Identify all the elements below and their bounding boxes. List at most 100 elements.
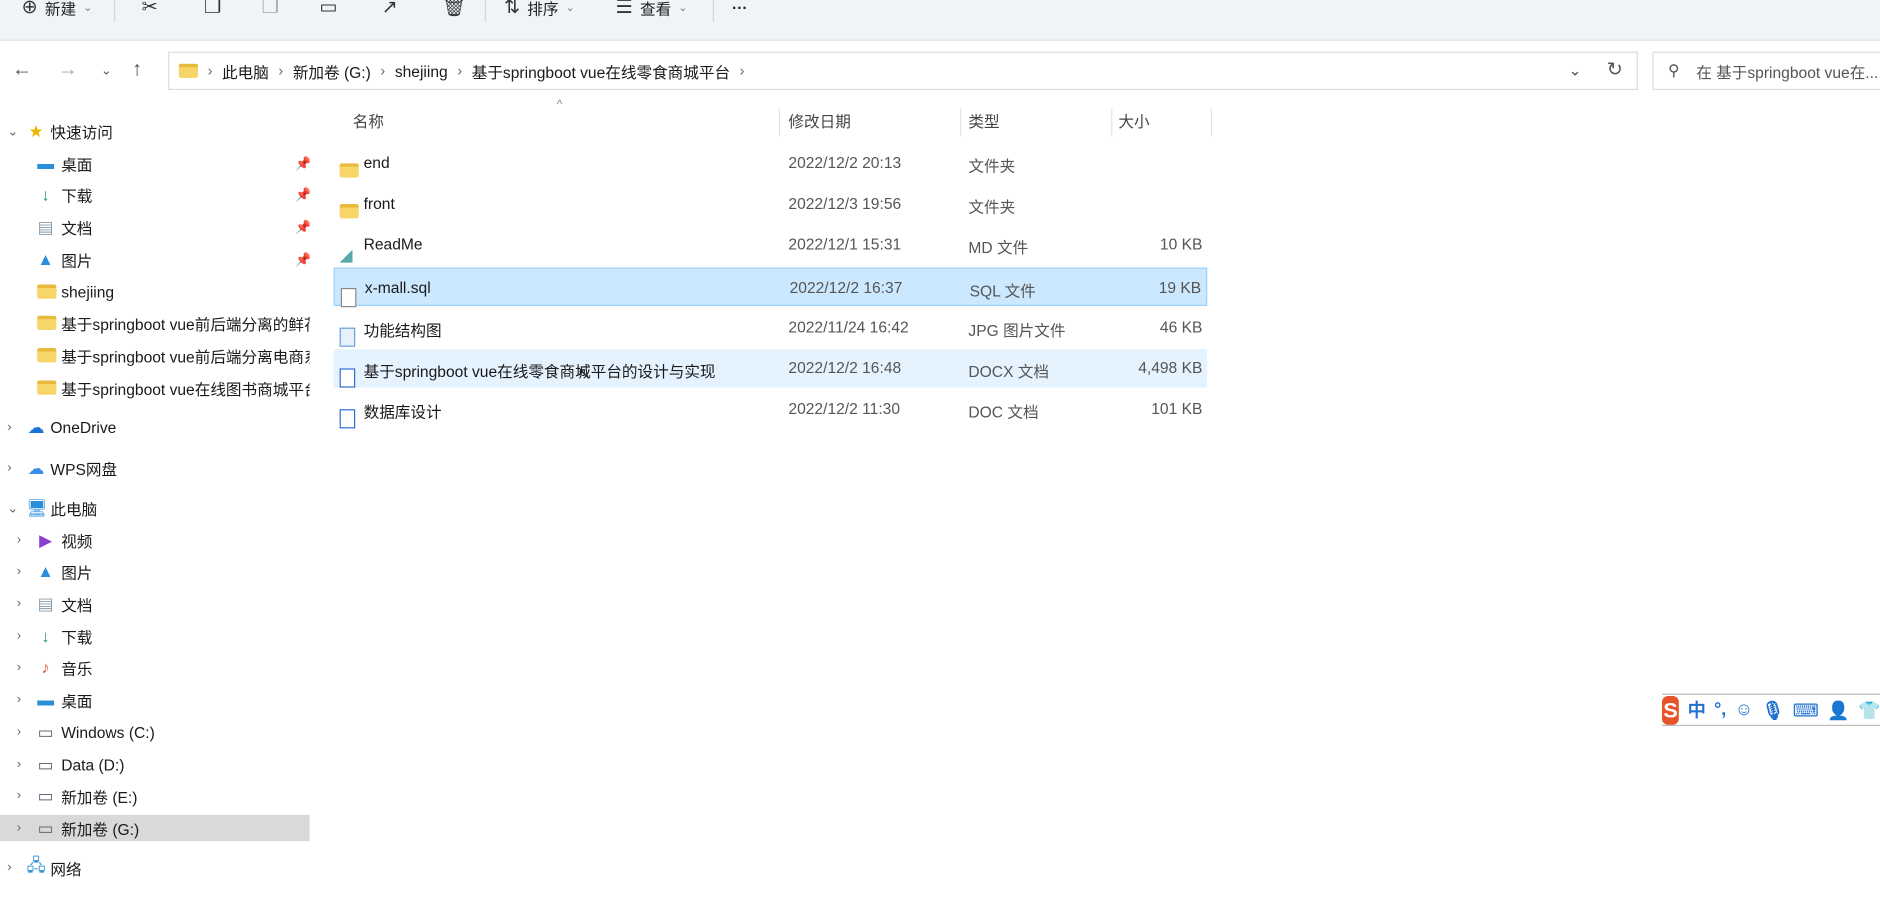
drive-icon: ▭ <box>37 754 54 774</box>
download-icon: ↓ <box>41 626 50 646</box>
sidebar-item-drive-e[interactable]: › ▭ 新加卷 (E:) <box>0 782 310 808</box>
sidebar-item-wps[interactable]: › ☁ WPS网盘 <box>0 455 310 481</box>
copy-button[interactable]: ❐ <box>204 0 221 22</box>
sidebar-item-drive-c[interactable]: › ▭ Windows (C:) <box>0 719 310 745</box>
copy-icon: ❐ <box>204 0 222 18</box>
sidebar-item-onedrive[interactable]: › ☁ OneDrive <box>0 414 310 440</box>
up-icon[interactable]: ↑ <box>132 58 142 82</box>
sidebar-item-videos[interactable]: › ▶ 视频 <box>0 527 310 553</box>
share-icon: ↗ <box>381 0 398 18</box>
file-date: 2022/12/1 15:31 <box>788 235 902 254</box>
file-row[interactable]: front 2022/12/3 19:56 文件夹 <box>334 185 1208 223</box>
sidebar-item-music[interactable]: › ♪ 音乐 <box>0 654 310 680</box>
sidebar-item-documents[interactable]: › ▤ 文档 <box>0 590 310 616</box>
more-button[interactable]: ··· <box>732 0 748 22</box>
sidebar-item-quick-access[interactable]: ⌄ ★ 快速访问 <box>0 118 310 144</box>
file-type: JPG 图片文件 <box>968 321 1066 340</box>
desktop-icon: ▬ <box>37 690 55 710</box>
folder-icon <box>37 380 57 395</box>
sidebar-item-pictures[interactable]: › ▲ 图片 <box>0 558 310 584</box>
file-row[interactable]: x-mall.sql 2022/12/2 16:37 SQL 文件 19 KB <box>333 267 1208 307</box>
sidebar-item-downloads[interactable]: ↓下载📌 <box>0 181 309 207</box>
sidebar-item-network[interactable]: › 🖧 网络 <box>0 854 310 880</box>
search-icon: ⚲ <box>1668 61 1680 80</box>
address-dropdown-icon[interactable]: ⌄ <box>1569 61 1582 80</box>
navigation-pane: ⌄★快速访问 ▬桌面📌 ↓下载📌 ▤文档📌 ▲图片📌 shejiing 基于sp… <box>0 110 314 916</box>
file-name: 功能结构图 <box>363 321 442 340</box>
file-row[interactable]: ◢ ReadMe 2022/12/1 15:31 MD 文件 10 KB <box>334 226 1208 265</box>
file-type: 文件夹 <box>968 198 1016 217</box>
skin-shirt-icon[interactable]: 👕 <box>1858 699 1880 720</box>
column-header-type[interactable]: 类型 <box>961 108 1113 137</box>
refresh-icon[interactable]: ↻ <box>1607 58 1623 82</box>
drive-icon: ▭ <box>37 817 54 838</box>
breadcrumb-item[interactable]: 此电脑 <box>222 59 269 82</box>
folder-icon <box>37 348 57 363</box>
sidebar-item-folder[interactable]: 基于springboot vue前后端分离电商系统 <box>0 342 310 368</box>
sidebar-item-this-pc[interactable]: ⌄ 🖥 此电脑 <box>0 494 310 520</box>
file-size: 4,498 KB <box>1138 358 1203 377</box>
recent-chevron-icon[interactable]: ⌄ <box>101 62 112 78</box>
sidebar-item-pictures[interactable]: ▲图片📌 <box>0 246 309 272</box>
keyboard-icon[interactable]: ⌨ <box>1793 699 1819 720</box>
breadcrumb-item[interactable]: shejiing <box>395 62 448 80</box>
file-name: end <box>363 153 390 172</box>
file-name: 数据库设计 <box>363 403 442 422</box>
sidebar-item-folder[interactable]: 基于springboot vue在线图书商城平台 <box>0 374 310 400</box>
sidebar-item-documents[interactable]: ▤文档📌 <box>0 214 310 240</box>
file-date: 2022/12/3 19:56 <box>788 194 902 213</box>
file-size: 19 KB <box>1158 277 1202 296</box>
document-icon: ▤ <box>37 593 54 613</box>
cut-button[interactable]: ✂ <box>142 0 158 22</box>
column-header-name[interactable]: 名称 <box>334 108 781 137</box>
network-icon: 🖧 <box>26 855 46 875</box>
share-button[interactable]: ↗ <box>382 0 398 22</box>
ime-toolbar: S 中 °, ☺ 🎙 ⌨ 👤 👕 <box>1662 693 1880 726</box>
sidebar-item-downloads[interactable]: › ↓ 下载 <box>0 623 310 649</box>
user-icon[interactable]: 👤 <box>1827 699 1849 720</box>
file-type: 文件夹 <box>968 157 1016 176</box>
file-date: 2022/12/2 16:37 <box>789 277 903 296</box>
cloud-icon: ☁ <box>27 457 45 478</box>
sort-button[interactable]: ⇅ 排序 ⌄ <box>504 0 575 22</box>
download-icon: ↓ <box>41 184 50 205</box>
view-button[interactable]: ☰ 查看 ⌄ <box>616 0 688 22</box>
mouse-cursor-icon: ↖ <box>577 363 592 383</box>
pin-icon: 📌 <box>295 251 309 267</box>
emoji-icon[interactable]: ☺ <box>1735 700 1753 720</box>
sidebar-item-drive-g[interactable]: › ▭ 新加卷 (G:) <box>0 814 310 842</box>
file-row[interactable]: 功能结构图 2022/11/24 16:42 JPG 图片文件 46 KB <box>334 308 1208 347</box>
delete-button[interactable]: 🗑 <box>442 0 466 22</box>
breadcrumb-item[interactable]: 新加卷 (G:) <box>293 59 371 82</box>
address-bar[interactable]: › 此电脑 › 新加卷 (G:) › shejiing › 基于springboot v… <box>168 51 1639 90</box>
file-type: DOCX 文档 <box>968 362 1050 381</box>
sidebar-item-desktop[interactable]: › ▬ 桌面 <box>0 686 310 712</box>
breadcrumb-item[interactable]: 基于springboot vue在线零食商城平台 <box>472 59 730 82</box>
file-date: 2022/12/2 20:13 <box>788 153 902 172</box>
forward-icon[interactable]: → <box>58 58 78 82</box>
back-icon[interactable]: ← <box>12 58 32 82</box>
sidebar-item-folder[interactable]: 基于springboot vue前后端分离的鲜花 <box>0 310 310 336</box>
new-button[interactable]: ⊕ 新建 ⌄ <box>22 0 93 22</box>
rename-button[interactable]: ▭ <box>319 0 337 22</box>
file-row[interactable]: end 2022/12/2 20:13 文件夹 <box>334 144 1208 182</box>
punctuation-toggle[interactable]: °, <box>1714 700 1726 720</box>
pin-icon: 📌 <box>295 187 309 202</box>
rename-icon: ▭ <box>319 0 338 18</box>
paste-button[interactable]: ❐ <box>262 0 279 22</box>
sogou-logo-icon[interactable]: S <box>1662 695 1680 725</box>
column-header-date[interactable]: 修改日期 <box>780 108 962 137</box>
view-lines-icon: ☰ <box>615 0 633 18</box>
file-row[interactable]: 基于springboot vue在线零食商城平台的设计与实现 2022/12/2… <box>333 349 1208 388</box>
microphone-icon[interactable]: 🎙 <box>1762 699 1785 720</box>
sidebar-item-desktop[interactable]: ▬桌面📌 <box>0 150 309 176</box>
search-box[interactable]: ⚲ 在 基于springboot vue在... <box>1652 51 1880 90</box>
file-date: 2022/12/2 16:48 <box>788 358 902 377</box>
file-row[interactable]: 数据库设计 2022/12/2 11:30 DOC 文档 101 KB <box>334 390 1208 429</box>
ime-mode-toggle[interactable]: 中 <box>1688 697 1706 722</box>
trash-icon: 🗑 <box>441 0 466 18</box>
sidebar-item-drive-d[interactable]: › ▭ Data (D:) <box>0 751 310 777</box>
column-header-size[interactable]: 大小 <box>1112 108 1212 137</box>
sidebar-item-folder[interactable]: shejiing <box>0 278 310 304</box>
scissors-icon: ✂ <box>141 0 158 18</box>
